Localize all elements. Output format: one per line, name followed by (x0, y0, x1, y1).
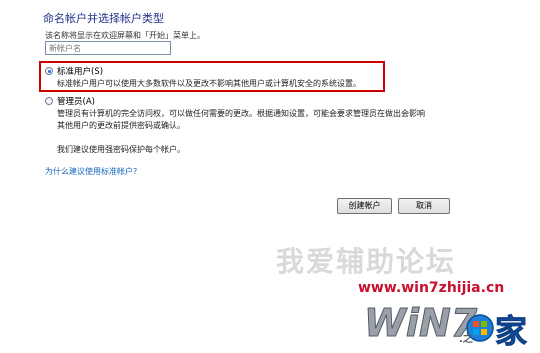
password-recommendation: 我们建议使用强密码保护每个帐户。 (57, 145, 185, 154)
win7-home-logo: WiN7 家 .之 (364, 301, 528, 351)
watermark-slogan: 我爱辅助论坛 (276, 245, 457, 278)
administrator-radio[interactable] (45, 97, 53, 105)
standard-user-label[interactable]: 标准用户(S) (57, 65, 103, 77)
svg-text:.之: .之 (459, 332, 473, 345)
administrator-description-line-1: 管理员有计算机的完全访问权，可以做任何需要的更改。根据通知设置，可能会要求管理员… (57, 109, 425, 118)
create-account-button[interactable]: 创建帐户 (337, 198, 392, 214)
cancel-button[interactable]: 取消 (398, 198, 450, 214)
why-standard-account-link[interactable]: 为什么建议使用标准帐户? (45, 166, 137, 177)
administrator-label[interactable]: 管理员(A) (57, 95, 95, 107)
name-instruction: 该名称将显示在欢迎屏幕和「开始」菜单上。 (45, 31, 205, 40)
standard-user-radio[interactable] (45, 67, 53, 75)
standard-user-description: 标准帐户用户可以使用大多数软件以及更改不影响其他用户或计算机安全的系统设置。 (57, 79, 361, 88)
administrator-description-line-2: 其他用户的更改前提供密码或确认。 (57, 121, 185, 130)
account-name-input[interactable] (45, 41, 171, 55)
page-title: 命名帐户并选择帐户类型 (43, 12, 164, 25)
svg-text:家: 家 (495, 312, 527, 350)
